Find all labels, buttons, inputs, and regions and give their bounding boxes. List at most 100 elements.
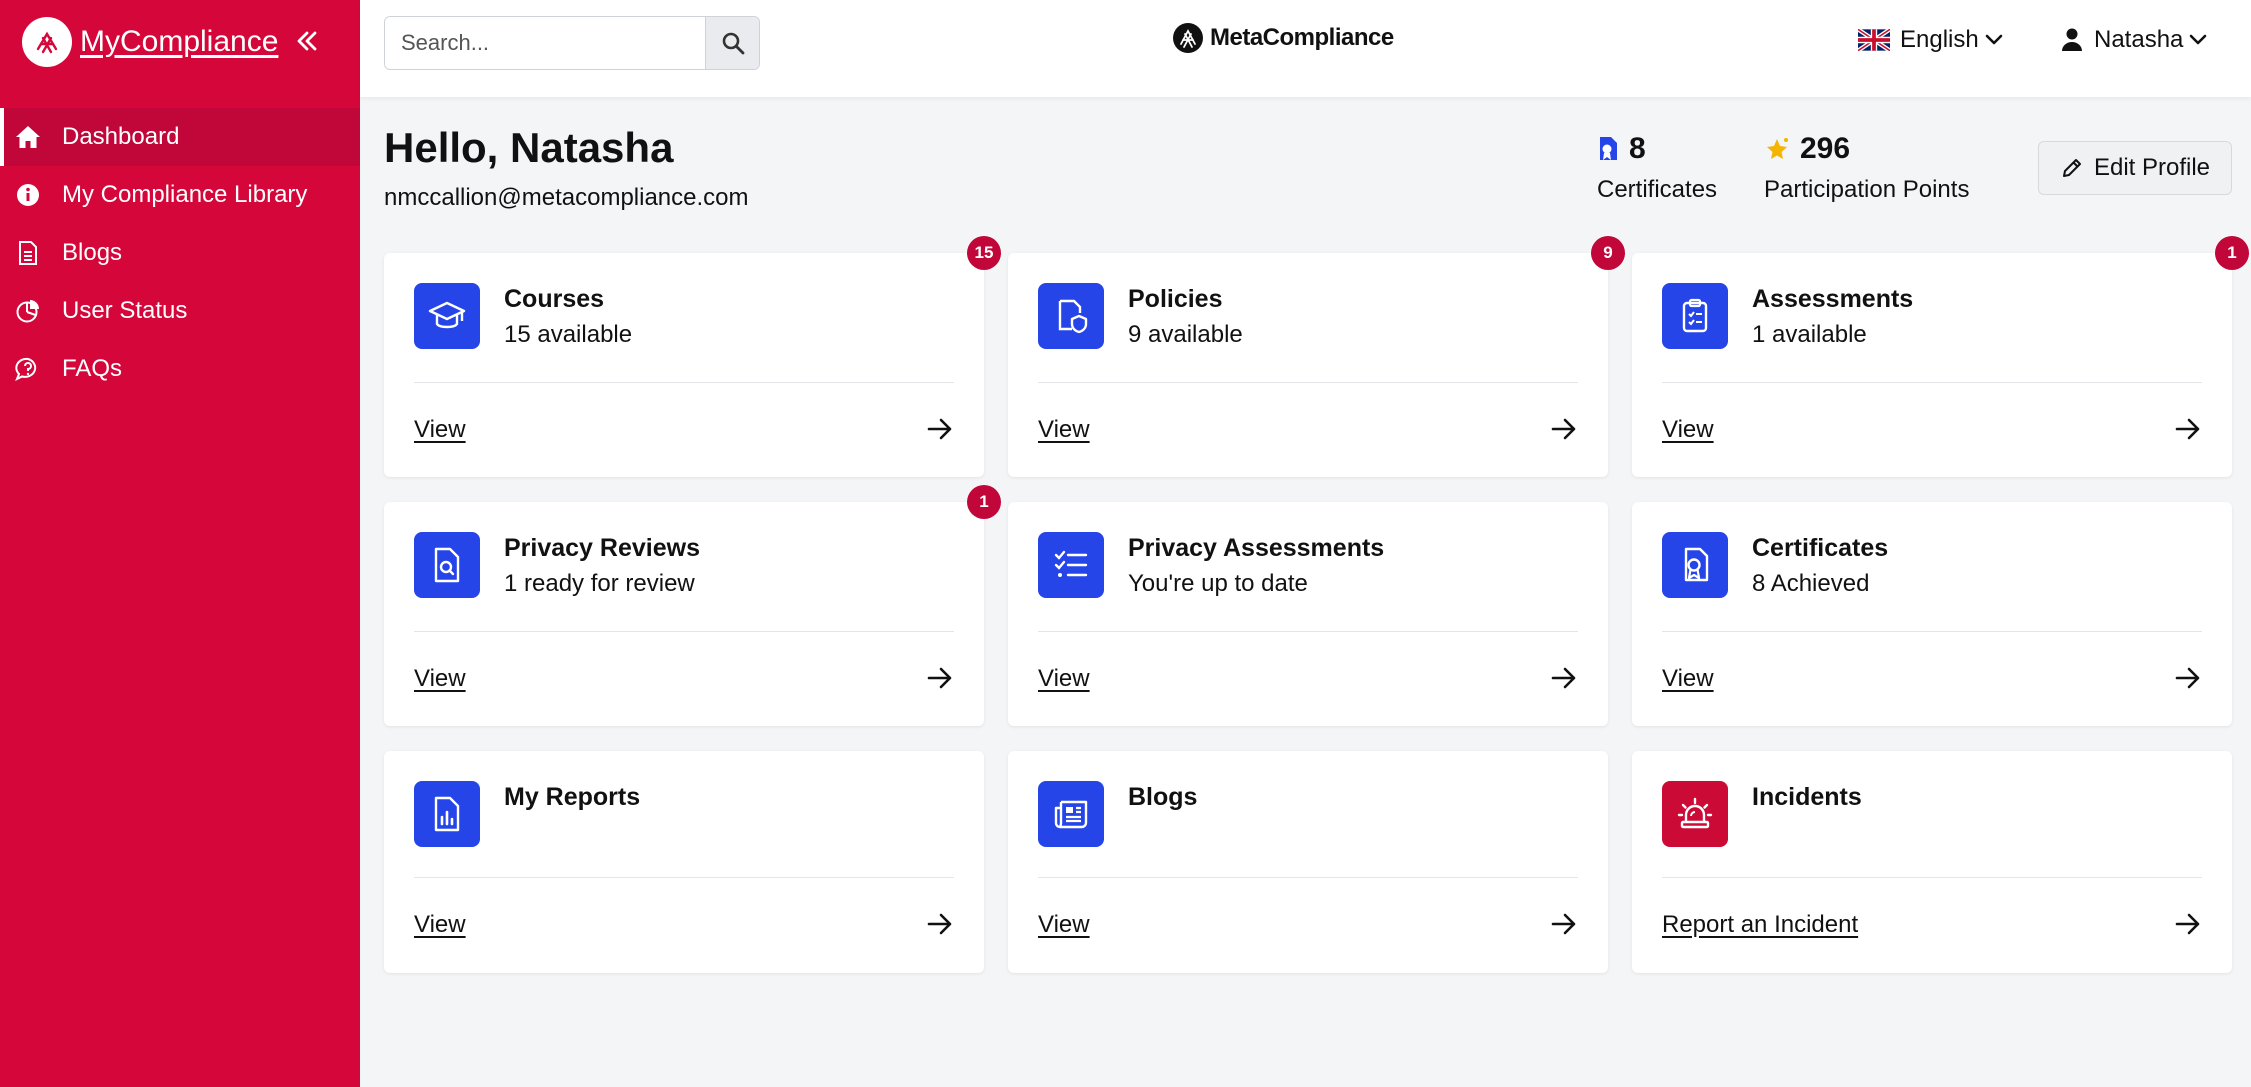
privacy-reviews-count-badge: 1 — [967, 485, 1001, 519]
certificates-label: Certificates — [1597, 176, 1718, 203]
uk-flag-icon — [1858, 29, 1890, 51]
card-subtitle: 9 available — [1128, 321, 1243, 348]
user-icon — [2062, 28, 2082, 51]
card-title: Blogs — [1128, 783, 1198, 811]
card-subtitle: 15 available — [504, 321, 633, 348]
card-divider — [414, 382, 954, 383]
card-title: Privacy Reviews — [504, 534, 700, 562]
language-selector[interactable]: English — [1858, 26, 2003, 54]
certificates-view-link[interactable]: View — [1662, 665, 1714, 693]
sidebar-item-label: FAQs — [62, 355, 123, 382]
card-assessments: Assessments 1 available View 1 — [1632, 236, 2249, 477]
card-divider — [414, 631, 954, 632]
sidebar-item-faqs[interactable]: FAQs — [0, 340, 360, 398]
document-icon — [14, 239, 42, 267]
arrow-right-icon[interactable] — [926, 664, 954, 692]
user-email: nmccallion@metacompliance.com — [384, 184, 749, 211]
card-title: Policies — [1128, 285, 1223, 313]
edit-profile-button[interactable]: Edit Profile — [2038, 141, 2232, 195]
arrow-right-icon[interactable] — [926, 415, 954, 443]
card-certificates: Certificates 8 Achieved View — [1632, 502, 2232, 726]
arrow-right-icon[interactable] — [2174, 664, 2202, 692]
card-my-reports: My Reports View — [384, 751, 984, 973]
card-divider — [1662, 877, 2202, 878]
checklist-icon — [1038, 532, 1104, 598]
sidebar: MyCompliance Dashboard My Compliance Lib… — [0, 0, 360, 1087]
card-incidents: Incidents Report an Incident — [1632, 751, 2232, 973]
blogs-view-link[interactable]: View — [1038, 911, 1090, 939]
arrow-right-icon[interactable] — [2174, 415, 2202, 443]
siren-icon — [1662, 781, 1728, 847]
card-policies: Policies 9 available View 9 — [1008, 236, 1625, 477]
privacy-reviews-view-link[interactable]: View — [414, 665, 466, 693]
metacompliance-logo-icon — [1173, 23, 1203, 53]
privacy-assessments-view-link[interactable]: View — [1038, 665, 1090, 693]
sidebar-item-dashboard[interactable]: Dashboard — [0, 108, 360, 166]
sidebar-nav: Dashboard My Compliance Library Blogs Us… — [0, 108, 360, 398]
brand[interactable]: MyCompliance — [22, 16, 278, 68]
pie-chart-icon — [14, 297, 42, 325]
search-icon — [722, 32, 744, 55]
card-subtitle: 1 available — [1752, 321, 1867, 348]
card-divider — [1038, 382, 1578, 383]
search-button[interactable] — [705, 17, 759, 69]
card-title: Privacy Assessments — [1128, 534, 1385, 562]
certificates-stat: 8 Certificates — [1597, 132, 1717, 204]
card-title: My Reports — [504, 783, 641, 811]
user-menu[interactable]: Natasha — [2062, 26, 2207, 54]
edit-profile-label: Edit Profile — [2093, 154, 2211, 181]
arrow-right-icon[interactable] — [2174, 910, 2202, 938]
arrow-right-icon[interactable] — [1550, 664, 1578, 692]
card-subtitle: You're up to date — [1128, 570, 1308, 597]
sidebar-item-label: Dashboard — [62, 123, 180, 150]
arrow-right-icon[interactable] — [926, 910, 954, 938]
star-sparkle-icon — [1767, 138, 1788, 159]
document-search-icon — [414, 532, 480, 598]
points-stat: 296 Participation Points — [1764, 132, 1969, 204]
courses-view-link[interactable]: View — [414, 416, 466, 444]
card-divider — [1662, 631, 2202, 632]
sidebar-item-label: User Status — [62, 297, 188, 324]
report-incident-link[interactable]: Report an Incident — [1662, 911, 1858, 939]
card-divider — [1038, 877, 1578, 878]
language-label: English — [1900, 26, 1979, 53]
metacompliance-logo-text: MetaCompliance — [1210, 24, 1394, 51]
sidebar-item-compliance-library[interactable]: My Compliance Library — [0, 166, 360, 224]
topbar: MetaCompliance English Natasha — [360, 0, 2251, 97]
sidebar-item-label: My Compliance Library — [62, 181, 308, 208]
chevron-down-icon — [2190, 34, 2207, 45]
card-title: Certificates — [1752, 534, 1889, 562]
brand-name[interactable]: MyCompliance — [80, 25, 278, 59]
my-reports-view-link[interactable]: View — [414, 911, 466, 939]
search-input[interactable] — [385, 17, 705, 69]
graduation-cap-icon — [414, 283, 480, 349]
chevron-down-icon — [1985, 34, 2003, 45]
arrow-right-icon[interactable] — [1550, 415, 1578, 443]
card-divider — [1662, 382, 2202, 383]
card-title: Incidents — [1752, 783, 1862, 811]
card-title: Courses — [504, 285, 605, 313]
page-title: Hello, Natasha — [384, 124, 674, 171]
pencil-icon — [2062, 159, 2081, 177]
report-chart-icon — [414, 781, 480, 847]
policy-shield-icon — [1038, 283, 1104, 349]
policies-view-link[interactable]: View — [1038, 416, 1090, 444]
search-box — [384, 16, 760, 70]
certificate-icon — [1662, 532, 1728, 598]
collapse-sidebar-icon[interactable] — [292, 26, 322, 56]
certificate-badge-icon — [1600, 137, 1617, 160]
card-subtitle: 8 Achieved — [1752, 570, 1870, 597]
newspaper-icon — [1038, 781, 1104, 847]
info-icon — [14, 181, 42, 209]
sidebar-item-user-status[interactable]: User Status — [0, 282, 360, 340]
card-privacy-reviews: Privacy Reviews 1 ready for review View … — [384, 485, 1001, 726]
sidebar-item-label: Blogs — [62, 239, 123, 266]
card-privacy-assessments: Privacy Assessments You're up to date Vi… — [1008, 502, 1608, 726]
clipboard-check-icon — [1662, 283, 1728, 349]
assessments-view-link[interactable]: View — [1662, 416, 1714, 444]
sidebar-item-blogs[interactable]: Blogs — [0, 224, 360, 282]
card-divider — [414, 877, 954, 878]
arrow-right-icon[interactable] — [1550, 910, 1578, 938]
metacompliance-logo: MetaCompliance — [1172, 22, 1394, 54]
card-title: Assessments — [1752, 285, 1914, 313]
